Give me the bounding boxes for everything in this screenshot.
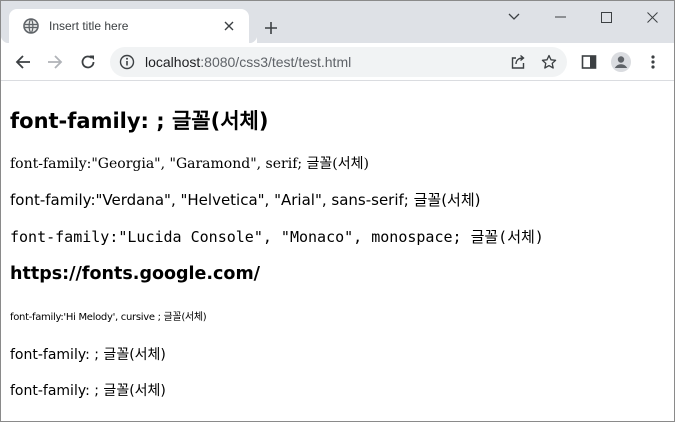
star-icon[interactable] <box>536 49 562 75</box>
google-fonts-heading: https://fonts.google.com/ <box>10 264 261 284</box>
plain-font-line-1: font-family: ; 글꼴(서체) <box>10 347 166 363</box>
close-tab-icon[interactable] <box>219 16 239 36</box>
url-path: :8080/css3/test/test.html <box>200 54 352 70</box>
close-icon[interactable] <box>629 1 674 33</box>
chevron-down-icon[interactable] <box>491 1 537 33</box>
url-host: localhost <box>145 54 201 70</box>
forward-arrow-icon[interactable] <box>41 48 69 76</box>
plain-font-line-2: font-family: ; 글꼴(서체) <box>10 383 166 399</box>
info-icon[interactable] <box>112 47 142 77</box>
page-heading: font-family: ; 글꼴(서체) <box>10 109 269 133</box>
lucida-line: font-family:"Lucida Console", "Monaco", … <box>10 228 544 246</box>
browser-toolbar: localhost:8080/css3/test/test.html <box>1 43 674 81</box>
tab-active[interactable]: Insert title here <box>9 9 249 43</box>
minimize-icon[interactable] <box>537 1 583 33</box>
browser-window: Insert title here localhost:8080/css3/te… <box>0 0 675 422</box>
share-icon[interactable] <box>505 49 531 75</box>
profile-icon[interactable] <box>607 48 635 76</box>
maximize-icon[interactable] <box>583 1 629 33</box>
georgia-line: font-family:"Georgia", "Garamond", serif… <box>10 156 369 172</box>
tab-strip: Insert title here <box>1 1 674 43</box>
verdana-line: font-family:"Verdana", "Helvetica", "Ari… <box>10 191 481 209</box>
hi-melody-line: font-family:'Hi Melody', cursive ; 글꼴(서체… <box>10 312 207 323</box>
globe-icon <box>23 18 39 34</box>
menu-icon[interactable] <box>639 48 667 76</box>
address-bar[interactable]: localhost:8080/css3/test/test.html <box>110 47 567 77</box>
tab-title: Insert title here <box>49 19 129 33</box>
side-panel-icon[interactable] <box>575 48 603 76</box>
url-text[interactable]: localhost:8080/css3/test/test.html <box>145 54 351 70</box>
plus-icon[interactable] <box>259 16 283 40</box>
page-content: font-family: ; 글꼴(서체) font-family:"Georg… <box>1 81 674 421</box>
back-arrow-icon[interactable] <box>9 48 37 76</box>
reload-icon[interactable] <box>74 48 102 76</box>
